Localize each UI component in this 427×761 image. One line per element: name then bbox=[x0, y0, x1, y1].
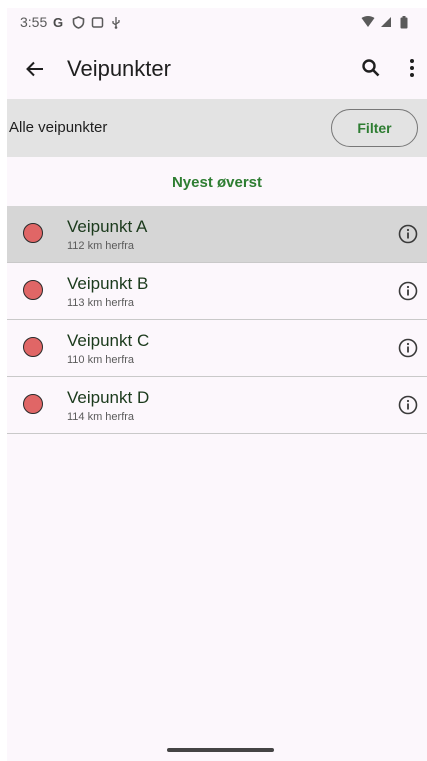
filter-label: Alle veipunkter bbox=[9, 119, 108, 136]
search-icon[interactable] bbox=[359, 56, 383, 80]
page-title: Veipunkter bbox=[67, 56, 171, 81]
filter-bar: Alle veipunkter Filter bbox=[7, 99, 427, 157]
info-icon[interactable] bbox=[397, 223, 419, 245]
more-vert-icon[interactable] bbox=[400, 56, 424, 80]
status-time: 3:55 bbox=[20, 14, 48, 30]
info-icon[interactable] bbox=[397, 280, 419, 302]
waypoint-name: Veipunkt A bbox=[67, 217, 148, 236]
waypoint-name: Veipunkt C bbox=[67, 331, 150, 350]
sort-order-button[interactable]: Nyest øverst bbox=[7, 174, 427, 191]
waypoint-row[interactable]: Veipunkt A 112 km herfra bbox=[7, 206, 427, 263]
waypoint-distance: 114 km herfra bbox=[67, 411, 135, 423]
waypoint-marker-icon bbox=[23, 280, 43, 300]
google-icon: G bbox=[52, 15, 66, 29]
waypoint-distance: 110 km herfra bbox=[67, 354, 135, 366]
usb-icon bbox=[109, 15, 123, 29]
shield-icon bbox=[71, 15, 85, 29]
waypoint-name: Veipunkt B bbox=[67, 274, 149, 293]
app-bar: Veipunkter bbox=[7, 44, 427, 94]
svg-text:G: G bbox=[53, 15, 63, 29]
info-icon[interactable] bbox=[397, 337, 419, 359]
waypoint-marker-icon bbox=[23, 394, 43, 414]
screen-icon bbox=[90, 15, 104, 29]
waypoint-row[interactable]: Veipunkt D 114 km herfra bbox=[7, 377, 427, 434]
status-bar: 3:55 G bbox=[7, 8, 427, 36]
battery-icon bbox=[397, 15, 411, 29]
waypoint-row[interactable]: Veipunkt B 113 km herfra bbox=[7, 263, 427, 320]
waypoint-list: Veipunkt A 112 km herfra Veipunkt B 113 … bbox=[7, 206, 427, 434]
waypoint-marker-icon bbox=[23, 337, 43, 357]
waypoint-name: Veipunkt D bbox=[67, 388, 150, 407]
waypoint-distance: 113 km herfra bbox=[67, 297, 135, 309]
app-screen: 3:55 G Veipunkter Alle veipunkter Filter… bbox=[7, 8, 427, 761]
home-indicator[interactable] bbox=[167, 748, 274, 752]
waypoint-distance: 112 km herfra bbox=[67, 240, 135, 252]
wifi-icon bbox=[361, 15, 375, 29]
waypoint-row[interactable]: Veipunkt C 110 km herfra bbox=[7, 320, 427, 377]
signal-icon bbox=[379, 15, 393, 29]
waypoint-marker-icon bbox=[23, 223, 43, 243]
info-icon[interactable] bbox=[397, 394, 419, 416]
filter-button[interactable]: Filter bbox=[331, 109, 418, 147]
back-arrow-icon[interactable] bbox=[23, 57, 47, 81]
